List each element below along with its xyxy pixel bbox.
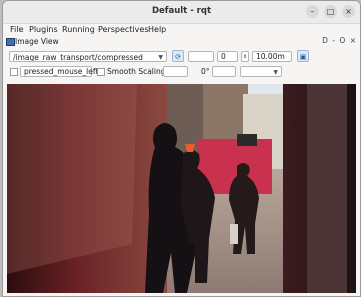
menu-plugins[interactable]: Plugins	[29, 25, 58, 34]
image-view-icon	[6, 38, 15, 46]
rotation-field[interactable]	[212, 66, 236, 77]
smooth-scaling-label: Smooth Scaling	[107, 67, 166, 76]
dock-title: Image View	[15, 37, 59, 46]
mouse-topic-field[interactable]: pressed_mouse_left	[20, 66, 98, 77]
blank-field[interactable]	[188, 51, 214, 62]
scaling-field[interactable]	[163, 66, 188, 77]
dock-titlebar: Image View D - O ×	[3, 36, 360, 47]
save-icon[interactable]: ▣	[297, 50, 309, 62]
camera-image	[7, 84, 356, 293]
color-scheme-combobox[interactable]: ▼	[240, 66, 282, 77]
menu-bar: File Plugins Running Perspectives Help	[3, 24, 360, 36]
menu-help[interactable]: Help	[148, 25, 166, 34]
minimize-button[interactable]: –	[306, 5, 319, 18]
smooth-scaling-checkbox[interactable]	[97, 68, 105, 76]
close-button[interactable]: ×	[342, 5, 355, 18]
image-view-toolbar: /image_raw_transport/compressed ▼ ⟳ 0 ⇕ …	[3, 47, 360, 81]
mouse-publish-checkbox[interactable]	[10, 68, 18, 76]
spin-value-field[interactable]: 0	[217, 51, 238, 62]
chevron-down-icon: ▼	[273, 69, 278, 76]
spin-arrows-icon[interactable]: ⇕	[241, 51, 249, 62]
rotation-label: 0°	[201, 67, 210, 76]
image-viewport[interactable]	[7, 84, 356, 293]
refresh-icon[interactable]: ⟳	[172, 50, 184, 62]
title-bar[interactable]: Default - rqt – □ ×	[3, 1, 360, 24]
topic-combobox[interactable]: /image_raw_transport/compressed ▼	[9, 51, 167, 62]
maximize-button[interactable]: □	[324, 5, 337, 18]
chevron-down-icon: ▼	[158, 54, 163, 61]
topic-value: /image_raw_transport/compressed	[13, 53, 143, 62]
menu-perspectives[interactable]: Perspectives	[98, 25, 149, 34]
rqt-window: Default - rqt – □ × File Plugins Running…	[2, 0, 361, 297]
range-field[interactable]: 10.00m	[252, 51, 292, 62]
menu-running[interactable]: Running	[62, 25, 95, 34]
menu-file[interactable]: File	[10, 25, 23, 34]
dock-buttons[interactable]: D - O ×	[322, 36, 357, 45]
